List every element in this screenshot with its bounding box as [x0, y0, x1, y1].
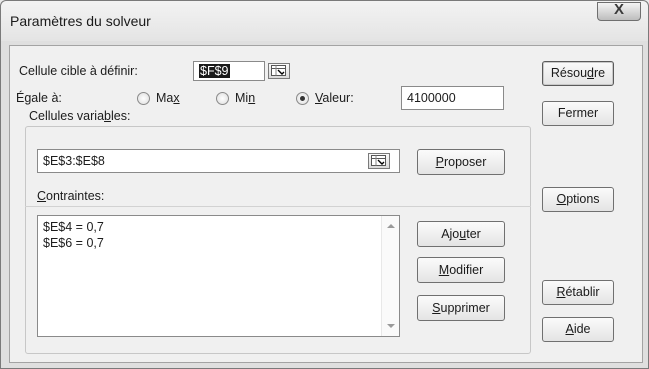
radio-valeur[interactable]: [296, 92, 309, 105]
dialog-title: Paramètres du solveur: [10, 13, 151, 29]
close-icon: X: [613, 1, 624, 18]
constraint-item[interactable]: $E$4 = 0,7: [43, 220, 104, 234]
solve-button[interactable]: Résoudre: [542, 61, 614, 86]
range-select-icon: [271, 65, 286, 76]
variable-cells-label: Cellules variables:: [29, 109, 131, 123]
radio-valeur-label[interactable]: Valeur:: [315, 91, 354, 105]
delete-constraint-button[interactable]: Supprimer: [417, 295, 505, 321]
constraints-scrollbar[interactable]: [381, 216, 399, 336]
range-select-icon: [371, 155, 386, 166]
equal-to-label: Égale à:: [16, 91, 62, 105]
radio-min-label[interactable]: Min: [235, 91, 255, 105]
target-value-input[interactable]: 4100000: [401, 86, 504, 110]
target-cell-input[interactable]: $F$9: [193, 61, 265, 81]
constraints-list[interactable]: $E$4 = 0,7 $E$6 = 0,7: [37, 215, 400, 337]
reset-button[interactable]: Rétablir: [542, 280, 614, 305]
constraints-divider: [25, 206, 531, 207]
modify-constraint-button[interactable]: Modifier: [417, 257, 505, 283]
scroll-up-arrow-icon[interactable]: [387, 224, 395, 228]
close-window-button[interactable]: X: [597, 1, 641, 21]
target-cell-value: $F$9: [199, 64, 230, 78]
constraint-item[interactable]: $E$6 = 0,7: [43, 236, 104, 250]
close-button[interactable]: Fermer: [542, 101, 614, 126]
target-cell-range-button[interactable]: [268, 63, 290, 79]
radio-max-label[interactable]: Max: [156, 91, 180, 105]
dialog-client-area: Cellule cible à définir: $F$9 Égale à: M…: [9, 45, 643, 363]
propose-button[interactable]: Proposer: [417, 149, 505, 175]
variable-cells-input[interactable]: $E$3:$E$8: [37, 149, 400, 173]
scroll-down-arrow-icon[interactable]: [387, 324, 395, 328]
title-bar[interactable]: Paramètres du solveur X: [1, 1, 648, 41]
radio-min[interactable]: [216, 92, 229, 105]
target-cell-label: Cellule cible à définir:: [19, 64, 138, 78]
radio-max[interactable]: [137, 92, 150, 105]
constraints-label: Contraintes:: [37, 189, 105, 203]
help-button[interactable]: Aide: [542, 317, 614, 342]
solver-dialog: Paramètres du solveur X Cellule cible à …: [0, 0, 649, 369]
options-button[interactable]: Options: [542, 187, 614, 212]
add-constraint-button[interactable]: Ajouter: [417, 221, 505, 247]
radio-selected-dot: [300, 96, 305, 101]
variable-cells-range-button[interactable]: [368, 153, 390, 169]
